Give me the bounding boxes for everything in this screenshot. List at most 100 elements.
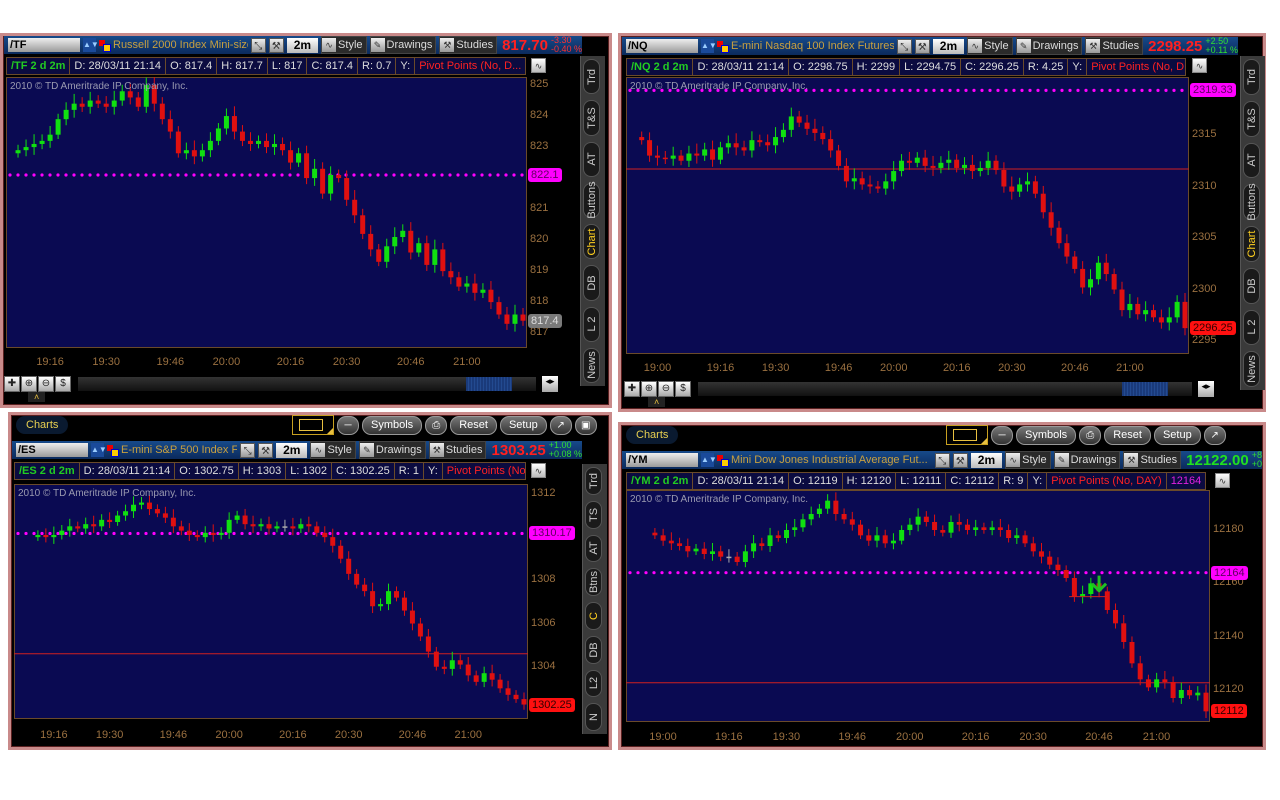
side-tab-db[interactable]: DB <box>583 265 600 301</box>
timeframe-button[interactable]: 2m <box>276 442 308 458</box>
side-tab-at[interactable]: AT <box>583 141 600 177</box>
price-chart-ym[interactable] <box>626 490 1210 722</box>
side-tab-news[interactable]: News <box>583 347 600 383</box>
studies-button[interactable]: ⚒ Studies <box>428 441 487 459</box>
side-tab-trd[interactable]: Trd <box>583 59 600 95</box>
side-tab-ts[interactable]: TS <box>585 500 602 529</box>
symbols-button[interactable]: Symbols <box>362 415 423 435</box>
charts-tab[interactable]: Charts <box>16 416 69 434</box>
zoom-out-button[interactable]: ⊖ <box>38 376 54 392</box>
wrench-icon[interactable]: ⚒ <box>258 442 274 458</box>
horizontal-scrollbar[interactable] <box>698 382 1192 396</box>
drawings-button[interactable]: ✎ Drawings <box>358 441 426 459</box>
side-tab-db[interactable]: DB <box>1243 267 1260 304</box>
horizontal-scrollbar[interactable] <box>78 377 536 391</box>
timeframe-button[interactable]: 2m <box>286 37 319 53</box>
wrench-button[interactable]: ─ <box>337 415 359 435</box>
drawings-button[interactable]: ✎ Drawings <box>369 36 437 54</box>
side-tab-n[interactable]: N <box>585 703 602 731</box>
scrollbar-thumb[interactable] <box>466 377 512 391</box>
expand-chart-button[interactable]: ◂▸ <box>542 376 558 392</box>
price-chart-es[interactable] <box>14 484 528 719</box>
style-button[interactable]: ∿ Style <box>967 37 1013 55</box>
side-tab-c[interactable]: C <box>585 602 602 630</box>
study-label[interactable]: Pivot Points (No, D... <box>1087 59 1185 75</box>
side-tab-l2[interactable]: L2 <box>585 669 602 698</box>
print-button[interactable]: ⎙ <box>1079 425 1102 445</box>
collapse-chevron-icon[interactable]: ˄ <box>28 392 46 402</box>
symbol-dropdown-icon[interactable]: ▲▼ <box>701 453 717 467</box>
setup-button[interactable]: Setup <box>1153 425 1201 445</box>
chart-settings-icon[interactable]: ∿ <box>531 463 546 478</box>
studies-button[interactable]: ⚒ Studies <box>1085 37 1144 55</box>
style-button[interactable]: ∿ Style <box>321 36 367 54</box>
symbol-dropdown-icon[interactable]: ▲▼ <box>91 443 107 457</box>
wrench-button[interactable]: ─ <box>991 425 1013 445</box>
studies-button[interactable]: ⚒ Studies <box>1123 451 1182 469</box>
side-tab-btns[interactable]: Btns <box>585 568 602 596</box>
wrench-icon[interactable]: ⚒ <box>952 452 968 468</box>
crosshair-button[interactable]: ✚ <box>624 381 640 397</box>
crosshair-tools-icon[interactable]: ⤡ <box>934 452 950 468</box>
crosshair-button[interactable]: ✚ <box>4 376 20 392</box>
side-tab-trd[interactable]: Trd <box>1243 59 1260 95</box>
price-chart-tf[interactable] <box>6 77 527 348</box>
drawings-button[interactable]: ✎ Drawings <box>1053 451 1121 469</box>
side-tab-ts[interactable]: T&S <box>583 100 600 136</box>
link-color-icon[interactable] <box>717 454 729 467</box>
chart-settings-icon[interactable]: ∿ <box>1192 58 1207 73</box>
collapse-chevron-icon[interactable]: ˄ <box>648 397 666 407</box>
link-color-icon[interactable] <box>99 39 111 52</box>
scrollbar-thumb[interactable] <box>1122 382 1168 396</box>
study-label[interactable]: Pivot Points (No, D... <box>415 58 525 74</box>
link-color-icon[interactable] <box>717 40 729 53</box>
reset-button[interactable]: Reset <box>450 415 497 435</box>
price-axis-button[interactable]: $ <box>675 381 691 397</box>
symbol-input[interactable]: /TF <box>8 38 80 52</box>
symbol-dropdown-icon[interactable]: ▲▼ <box>83 38 99 52</box>
side-tab-at[interactable]: AT <box>1243 142 1260 179</box>
color-picker-button[interactable] <box>946 425 988 445</box>
zoom-in-button[interactable]: ⊕ <box>641 381 657 397</box>
style-button[interactable]: ∿ Style <box>1005 451 1051 469</box>
color-picker-button[interactable] <box>292 415 334 435</box>
zoom-in-button[interactable]: ⊕ <box>21 376 37 392</box>
side-tab-l2[interactable]: L 2 <box>1243 309 1260 346</box>
charts-tab[interactable]: Charts <box>626 426 679 444</box>
link-color-icon[interactable] <box>107 444 119 457</box>
side-tab-trd[interactable]: Trd <box>585 467 602 495</box>
side-tab-buttons[interactable]: Buttons <box>583 182 600 219</box>
chart-settings-icon[interactable]: ∿ <box>1215 473 1230 488</box>
drawings-button[interactable]: ✎ Drawings <box>1015 37 1083 55</box>
timeframe-button[interactable]: 2m <box>932 38 965 54</box>
side-tab-at[interactable]: AT <box>585 534 602 563</box>
style-button[interactable]: ∿ Style <box>310 441 356 459</box>
studies-button[interactable]: ⚒ Studies <box>439 36 498 54</box>
price-axis-button[interactable]: $ <box>55 376 71 392</box>
setup-button[interactable]: Setup <box>499 415 547 435</box>
side-tab-news[interactable]: News <box>1243 351 1260 387</box>
pin-icon[interactable]: ↗ <box>549 415 572 435</box>
side-tab-chart[interactable]: Chart <box>1243 226 1260 262</box>
timeframe-button[interactable]: 2m <box>970 452 1003 468</box>
expand-chart-button[interactable]: ◂▸ <box>1198 381 1214 397</box>
crosshair-tools-icon[interactable]: ⤡ <box>896 38 912 54</box>
crosshair-tools-icon[interactable]: ⤡ <box>240 442 256 458</box>
side-tab-buttons[interactable]: Buttons <box>1243 183 1260 221</box>
wrench-icon[interactable]: ⚒ <box>268 37 284 53</box>
symbol-input[interactable]: /NQ <box>626 39 698 53</box>
symbols-button[interactable]: Symbols <box>1016 425 1077 445</box>
window-icon[interactable]: ▣ <box>574 415 597 435</box>
zoom-out-button[interactable]: ⊖ <box>658 381 674 397</box>
symbol-input[interactable]: /YM <box>626 453 698 467</box>
side-tab-chart[interactable]: Chart <box>583 224 600 260</box>
chart-settings-icon[interactable]: ∿ <box>531 58 546 73</box>
symbol-dropdown-icon[interactable]: ▲▼ <box>701 39 717 53</box>
study-label[interactable]: Pivot Points (No, DAY) <box>1047 473 1167 489</box>
price-chart-nq[interactable] <box>626 77 1189 354</box>
print-button[interactable]: ⎙ <box>425 415 448 435</box>
symbol-input[interactable]: /ES <box>16 443 88 457</box>
reset-button[interactable]: Reset <box>1104 425 1151 445</box>
wrench-icon[interactable]: ⚒ <box>914 38 930 54</box>
side-tab-db[interactable]: DB <box>585 635 602 664</box>
